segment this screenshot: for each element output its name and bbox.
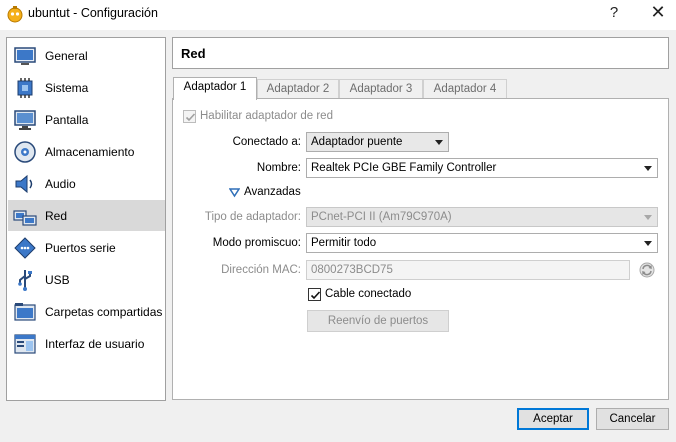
display-monitor-icon [13, 108, 37, 132]
close-button[interactable]: ✕ [648, 2, 668, 24]
sidebar-item-audio[interactable]: Audio [8, 168, 165, 199]
help-button[interactable]: ? [606, 4, 622, 22]
port-forwarding-button[interactable]: Reenvío de puertos [307, 310, 449, 332]
sidebar-item-label: General [45, 49, 88, 63]
settings-sidebar: General Sistema Pantalla Almacenamiento … [6, 37, 166, 401]
sidebar-item-label: Sistema [45, 81, 89, 95]
mac-address-label: Dirección MAC: [221, 264, 301, 276]
tab-adaptador-2[interactable]: Adaptador 2 [257, 79, 339, 99]
sidebar-item-label: Puertos serie [45, 241, 116, 255]
usb-icon [13, 268, 37, 292]
system-chip-icon [13, 76, 37, 100]
tab-adaptador-4[interactable]: Adaptador 4 [423, 79, 507, 99]
speaker-icon [13, 172, 37, 196]
sidebar-item-label: Carpetas compartidas [45, 305, 163, 319]
sidebar-item-label: Interfaz de usuario [45, 337, 145, 351]
sidebar-item-sistema[interactable]: Sistema [8, 72, 165, 103]
mac-address-value: 0800273BCD75 [311, 264, 393, 276]
sidebar-item-label: USB [45, 273, 70, 287]
adapter-type-label: Tipo de adaptador: [204, 211, 301, 223]
refresh-mac-icon[interactable] [638, 261, 656, 279]
virtualbox-app-icon [6, 5, 24, 23]
adapter-name-select[interactable]: Realtek PCIe GBE Family Controller [306, 158, 658, 178]
mac-address-field[interactable]: 0800273BCD75 [306, 260, 630, 280]
window-title: ubuntut - Configuración [28, 6, 158, 20]
promiscuous-mode-select[interactable]: Permitir todo [306, 233, 658, 253]
sidebar-item-usb[interactable]: USB [8, 264, 165, 295]
adapter-type-value: PCnet-PCI II (Am79C970A) [311, 211, 452, 223]
attached-to-label: Conectado a: [232, 136, 301, 148]
page-title: Red [181, 46, 206, 61]
network-icon [13, 204, 37, 228]
adapter-name-value: Realtek PCIe GBE Family Controller [311, 162, 497, 174]
chevron-down-icon [644, 241, 652, 246]
sidebar-item-label: Almacenamiento [45, 145, 135, 159]
promiscuous-mode-value: Permitir todo [311, 237, 377, 249]
attached-to-select[interactable]: Adaptador puente [306, 132, 449, 152]
enable-adapter-checkbox[interactable] [183, 110, 196, 123]
adapter-type-select[interactable]: PCnet-PCI II (Am79C970A) [306, 207, 658, 227]
cancel-button[interactable]: Cancelar [596, 408, 669, 430]
sidebar-item-carpetas-compartidas[interactable]: Carpetas compartidas [8, 296, 165, 327]
sidebar-item-pantalla[interactable]: Pantalla [8, 104, 165, 135]
sidebar-item-puertos-serie[interactable]: Puertos serie [8, 232, 165, 263]
sidebar-item-interfaz-de-usuario[interactable]: Interfaz de usuario [8, 328, 165, 359]
accept-button[interactable]: Aceptar [517, 408, 589, 430]
sidebar-item-general[interactable]: General [8, 40, 165, 71]
enable-adapter-label: Habilitar adaptador de red [200, 110, 333, 122]
advanced-toggle[interactable]: Avanzadas [228, 186, 309, 201]
cable-connected-label: Cable conectado [325, 288, 412, 300]
serial-port-icon [13, 236, 37, 260]
general-icon [13, 44, 37, 68]
sidebar-item-label: Red [45, 209, 68, 223]
section-header: Red [172, 37, 669, 69]
sidebar-item-red[interactable]: Red [8, 200, 165, 231]
promiscuous-mode-label: Modo promiscuo: [212, 237, 301, 249]
storage-disk-icon [13, 140, 37, 164]
sidebar-item-label: Pantalla [45, 113, 89, 127]
chevron-down-icon [435, 140, 443, 145]
tab-adaptador-3[interactable]: Adaptador 3 [339, 79, 423, 99]
cable-connected-checkbox[interactable] [308, 288, 321, 301]
advanced-label: Avanzadas [244, 186, 301, 198]
chevron-down-icon [644, 166, 652, 171]
adapter-name-label: Nombre: [256, 162, 301, 174]
sidebar-item-label: Audio [45, 177, 76, 191]
sidebar-item-almacenamiento[interactable]: Almacenamiento [8, 136, 165, 167]
chevron-down-icon [644, 215, 652, 220]
shared-folder-icon [13, 300, 37, 324]
tab-adaptador-1[interactable]: Adaptador 1 [173, 77, 257, 100]
user-interface-icon [13, 332, 37, 356]
triangle-down-icon [228, 187, 241, 201]
attached-to-value: Adaptador puente [311, 136, 403, 148]
